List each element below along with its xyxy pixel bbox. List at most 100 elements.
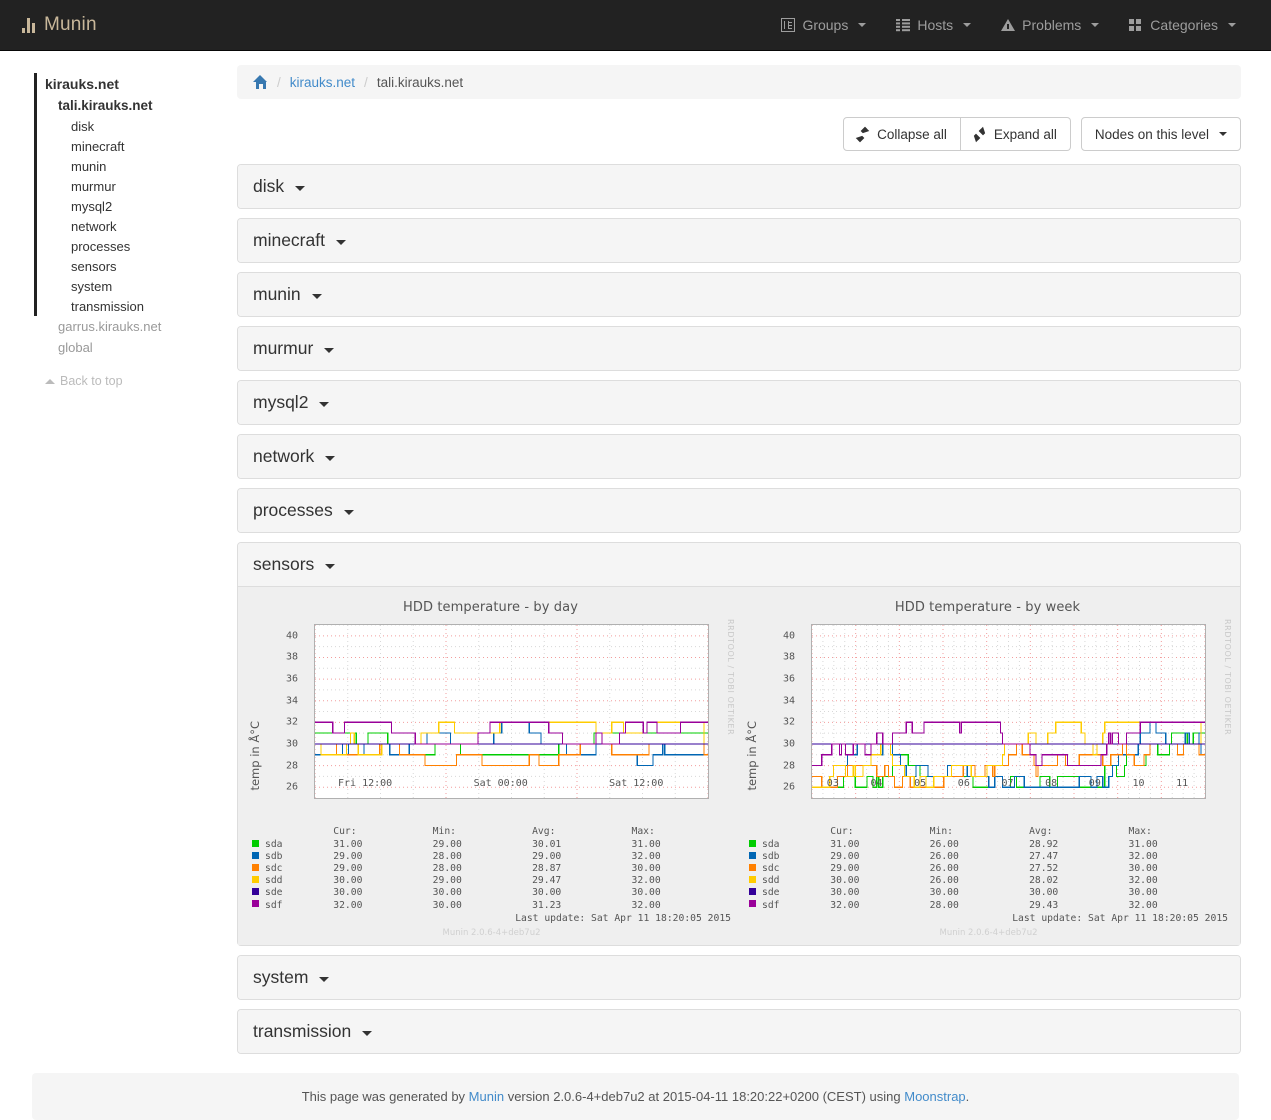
panel-title-munin: munin (253, 284, 301, 304)
sidebar-item-murmur[interactable]: murmur (45, 176, 237, 196)
sidebar-item-system[interactable]: system (45, 276, 237, 296)
legend-value-cur: 30.00 (830, 887, 860, 899)
chevron-down-icon (319, 402, 330, 407)
category-panels: disk minecraft munin murmur mysql2 netwo… (237, 164, 1241, 1054)
legend-value-cur: 30.00 (333, 875, 363, 887)
legend-header-max: Max: (1128, 826, 1152, 837)
graph-y-axis-label: temp in Å°C (745, 721, 759, 791)
legend-series-name: sdf (252, 900, 333, 912)
graph-x-tick: 05 (914, 778, 927, 789)
graph-y-tick: 34 (783, 695, 796, 707)
panel-header-murmur[interactable]: murmur (238, 327, 1240, 370)
breadcrumb-separator: / (364, 74, 368, 90)
chevron-down-icon (319, 977, 330, 982)
footer-munin-link[interactable]: Munin (469, 1089, 504, 1104)
legend-value-cur: 29.00 (830, 863, 860, 875)
graph-cell-by-day[interactable]: HDD temperature - by day RRDTOOL / TOBI … (242, 595, 739, 938)
legend-row: sdd 30.00 26.00 28.02 32.00 (749, 875, 1228, 887)
expand-all-button[interactable]: Expand all (960, 117, 1071, 151)
panel-header-disk[interactable]: disk (238, 165, 1240, 208)
graph-y-tick: 40 (783, 630, 796, 642)
panel-header-sensors[interactable]: sensors (238, 543, 1240, 587)
graph-last-update: Last update: Sat Apr 11 18:20:05 2015 (515, 912, 731, 924)
panel-minecraft: minecraft (237, 218, 1241, 263)
panel-header-processes[interactable]: processes (238, 489, 1240, 532)
panel-header-mysql2[interactable]: mysql2 (238, 381, 1240, 424)
graph-y-tick: 36 (286, 673, 299, 685)
legend-series-name: sdc (252, 863, 333, 875)
sidebar-item-minecraft[interactable]: minecraft (45, 136, 237, 156)
panel-header-network[interactable]: network (238, 435, 1240, 478)
legend-value-min: 30.00 (432, 887, 462, 899)
chevron-down-icon (343, 510, 354, 515)
panel-header-system[interactable]: system (238, 956, 1240, 999)
chevron-down-icon (325, 456, 336, 461)
panel-title-system: system (253, 967, 309, 987)
nav-item-groups[interactable]: Groups (766, 0, 881, 51)
legend-value-avg: 27.52 (1029, 863, 1059, 875)
chevron-down-icon (325, 564, 336, 569)
footer-moonstrap-link[interactable]: Moonstrap (904, 1089, 965, 1104)
nodes-on-this-level-dropdown[interactable]: Nodes on this level (1080, 117, 1241, 151)
expand-arrows-icon (974, 128, 987, 141)
legend-color-swatch (749, 851, 756, 859)
home-icon[interactable] (253, 75, 268, 89)
nav-item-problems[interactable]: Problems (986, 0, 1114, 51)
legend-value-avg: 29.43 (1029, 899, 1059, 911)
breadcrumb-group-link[interactable]: kirauks.net (290, 75, 355, 90)
sidebar-item-tali-kirauks-net[interactable]: tali.kirauks.net (45, 95, 237, 116)
graph-cell-by-week[interactable]: HDD temperature - by week RRDTOOL / TOBI… (739, 595, 1236, 938)
legend-header-max: Max: (631, 826, 655, 837)
panel-header-minecraft[interactable]: minecraft (238, 219, 1240, 262)
sidebar-item-kirauks-net[interactable]: kirauks.net (45, 73, 237, 95)
panel-header-munin[interactable]: munin (238, 273, 1240, 316)
legend-value-cur: 31.00 (333, 839, 363, 851)
nav-item-hosts[interactable]: Hosts (881, 0, 986, 51)
sidebar-item-garrus-kirauks-net[interactable]: garrus.kirauks.net (45, 316, 237, 337)
legend-color-swatch (749, 887, 756, 895)
sidebar-item-disk[interactable]: disk (45, 116, 237, 136)
sidebar-item-processes[interactable]: processes (45, 236, 237, 256)
sidebar-item-network[interactable]: network (45, 216, 237, 236)
panel-sensors: sensors HDD temperature - by day RRDTOOL… (237, 542, 1241, 946)
graph-y-tick: 32 (783, 716, 796, 728)
top-navbar: Munin Groups Hosts Problems Categories (0, 0, 1271, 51)
graph-x-tick: 03 (826, 778, 839, 789)
legend-series-name: sdc (749, 863, 830, 875)
sidebar-item-sensors[interactable]: sensors (45, 256, 237, 276)
graph-version-watermark: Munin 2.0.6-4+deb7u2 (939, 927, 1038, 938)
brand-logo[interactable]: Munin (22, 14, 97, 36)
legend-series-name: sdf (749, 900, 830, 912)
nav-item-categories[interactable]: Categories (1114, 0, 1251, 51)
legend-color-swatch (749, 839, 756, 847)
legend-value-min: 26.00 (929, 839, 959, 851)
munin-graph-hdd-temperature-by-day[interactable]: HDD temperature - by day RRDTOOL / TOBI … (242, 595, 739, 938)
legend-color-swatch (749, 875, 756, 883)
back-to-top-link[interactable]: Back to top (37, 374, 237, 388)
legend-row: sdb 29.00 28.00 29.00 32.00 (252, 851, 731, 863)
sidebar-item-mysql2[interactable]: mysql2 (45, 196, 237, 216)
graph-y-tick: 38 (783, 651, 796, 663)
warning-triangle-icon (1001, 18, 1016, 32)
graph-y-tick: 30 (286, 738, 299, 750)
legend-value-cur: 32.00 (333, 899, 363, 911)
panel-mysql2: mysql2 (237, 380, 1241, 425)
sidebar-item-global[interactable]: global (45, 337, 237, 358)
collapse-all-button[interactable]: Collapse all (843, 117, 961, 151)
legend-color-swatch (252, 887, 259, 895)
nav-label-groups: Groups (802, 17, 849, 33)
legend-series-name: sde (252, 887, 333, 899)
legend-row: sde 30.00 30.00 30.00 30.00 (749, 887, 1228, 899)
munin-graph-hdd-temperature-by-week[interactable]: HDD temperature - by week RRDTOOL / TOBI… (739, 595, 1236, 938)
legend-header-row: Cur: Min: Avg: Max: (749, 826, 1228, 839)
brand-label: Munin (44, 14, 97, 35)
sidebar-item-munin[interactable]: munin (45, 156, 237, 176)
graph-x-tick: Fri 12:00 (337, 778, 393, 789)
footer-text-1: This page was generated by (301, 1089, 469, 1104)
legend-value-min: 30.00 (929, 887, 959, 899)
legend-series-name: sdb (252, 851, 333, 863)
legend-rows: sda 31.00 29.00 30.01 31.00 sdb 29.00 28.00 29.0… (252, 839, 731, 912)
back-to-top-label: Back to top (60, 374, 123, 388)
legend-value-cur: 29.00 (333, 863, 363, 875)
sidebar-item-transmission[interactable]: transmission (45, 296, 237, 316)
